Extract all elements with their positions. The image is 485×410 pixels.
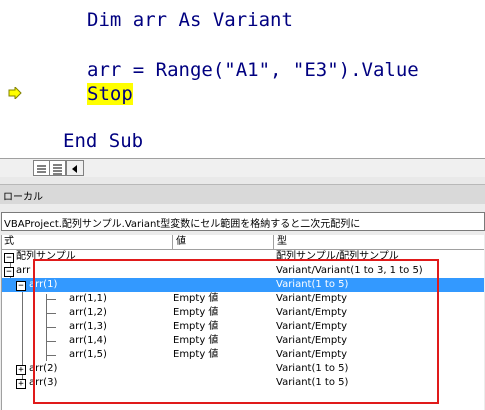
local-row[interactable]: + arr(2) Variant(1 to 5): [2, 362, 484, 376]
row-value: Empty 値: [173, 307, 219, 318]
scroll-left-arrow-icon: [72, 165, 77, 173]
row-expression: 配列サンプル: [16, 251, 76, 262]
local-row[interactable]: arr(1,3) Empty 値 Variant/Empty: [2, 320, 484, 334]
header-value[interactable]: 値: [176, 235, 274, 249]
row-value: Empty 値: [173, 293, 219, 304]
collapse-icon[interactable]: −: [4, 253, 14, 263]
row-type: Variant(1 to 5): [276, 363, 349, 374]
tree-branch-line: [46, 299, 56, 300]
row-type: Variant(1 to 5): [276, 279, 349, 290]
row-expression: arr(1,5): [69, 349, 107, 360]
local-row[interactable]: − 配列サンプル 配列サンプル/配列サンプル: [2, 250, 484, 264]
expand-icon[interactable]: +: [16, 379, 26, 389]
row-expression: arr(1,2): [69, 307, 107, 318]
row-value: Empty 値: [173, 321, 219, 332]
pane-divider[interactable]: [0, 177, 485, 184]
row-expression: arr: [16, 265, 31, 276]
row-expression: arr(1,3): [69, 321, 107, 332]
row-type: Variant/Empty: [276, 321, 348, 332]
code-line-dim[interactable]: Dim arr As Variant: [87, 9, 293, 31]
tree-branch-line: [46, 355, 56, 356]
locals-window-title: ローカル: [3, 192, 43, 203]
execution-pointer-icon: [8, 87, 22, 99]
collapse-icon[interactable]: −: [16, 281, 26, 291]
tree-branch-line: [46, 313, 56, 314]
code-line-end-sub[interactable]: End Sub: [63, 130, 143, 152]
header-expression[interactable]: 式: [4, 235, 139, 249]
tree-branch-line: [46, 327, 56, 328]
local-row[interactable]: − arr Variant/Variant(1 to 3, 1 to 5): [2, 264, 484, 278]
row-type: Variant(1 to 5): [276, 377, 349, 388]
code-line-assign[interactable]: arr = Range("A1", "E3").Value: [87, 59, 419, 81]
row-value: Empty 値: [173, 349, 219, 360]
row-type: Variant/Empty: [276, 349, 348, 360]
tree-branch-line: [46, 341, 56, 342]
row-value: Empty 値: [173, 335, 219, 346]
current-statement-highlight: Stop: [87, 83, 133, 105]
row-type: 配列サンプル/配列サンプル: [276, 251, 399, 262]
code-line-stop[interactable]: Stop: [87, 83, 133, 105]
row-type: Variant/Empty: [276, 335, 348, 346]
full-module-view-icon: [53, 164, 62, 175]
column-separator[interactable]: [172, 235, 173, 249]
code-pane-toolbar: [0, 158, 485, 177]
scroll-left-button[interactable]: [66, 160, 84, 176]
procedure-view-icon: [37, 165, 46, 173]
margin-indicator-bar[interactable]: [0, 0, 33, 158]
locals-grid[interactable]: 式 値 型 − 配列サンプル 配列サンプル/配列サンプル − arr Varia…: [1, 235, 484, 410]
collapse-icon[interactable]: −: [4, 267, 14, 277]
locals-context-text: VBAProject.配列サンプル.Variant型変数にセル範囲を格納すると二…: [4, 219, 361, 230]
local-row[interactable]: arr(1,4) Empty 値 Variant/Empty: [2, 334, 484, 348]
procedure-view-button[interactable]: [33, 160, 50, 176]
expand-icon[interactable]: +: [16, 365, 26, 375]
locals-context-field: VBAProject.配列サンプル.Variant型変数にセル範囲を格納すると二…: [1, 212, 485, 231]
row-type: Variant/Empty: [276, 293, 348, 304]
local-row[interactable]: arr(1,1) Empty 値 Variant/Empty: [2, 292, 484, 306]
local-row[interactable]: arr(1,5) Empty 値 Variant/Empty: [2, 348, 484, 362]
header-type[interactable]: 型: [277, 235, 477, 249]
row-expression: arr(2): [29, 363, 58, 374]
row-type: Variant/Variant(1 to 3, 1 to 5): [276, 265, 423, 276]
row-expression: arr(1,1): [69, 293, 107, 304]
locals-window-titlebar[interactable]: ローカル: [0, 184, 485, 205]
local-row[interactable]: arr(1,2) Empty 値 Variant/Empty: [2, 306, 484, 320]
row-expression: arr(1,4): [69, 335, 107, 346]
code-editor[interactable]: Dim arr As Variant arr = Range("A1", "E3…: [0, 0, 485, 158]
horizontal-scrollbar-track[interactable]: [84, 160, 484, 174]
row-expression: arr(1): [29, 279, 58, 290]
row-expression: arr(3): [29, 377, 58, 388]
column-separator[interactable]: [273, 235, 274, 249]
local-row-selected[interactable]: − arr(1) Variant(1 to 5): [2, 278, 484, 292]
full-module-view-button[interactable]: [49, 160, 66, 176]
local-row[interactable]: + arr(3) Variant(1 to 5): [2, 376, 484, 390]
row-type: Variant/Empty: [276, 307, 348, 318]
